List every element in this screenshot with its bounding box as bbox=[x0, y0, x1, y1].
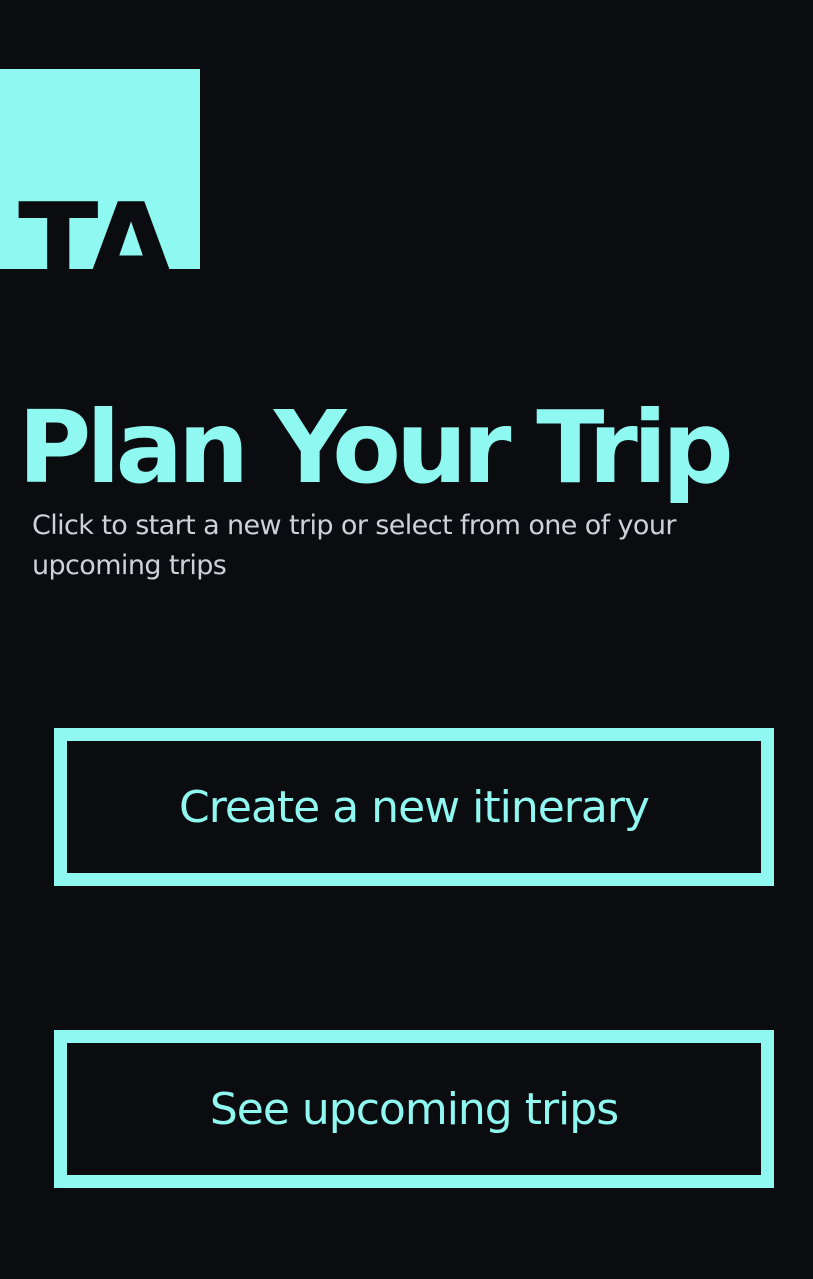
create-itinerary-label: Create a new itinerary bbox=[179, 781, 650, 833]
see-upcoming-trips-label: See upcoming trips bbox=[209, 1083, 619, 1135]
page-title: Plan Your Trip bbox=[18, 389, 734, 506]
logo-text: TA bbox=[18, 177, 177, 269]
create-itinerary-button[interactable]: Create a new itinerary bbox=[54, 728, 774, 886]
app-logo: TA bbox=[0, 69, 200, 269]
see-upcoming-trips-button[interactable]: See upcoming trips bbox=[54, 1030, 774, 1188]
page-subtitle: Click to start a new trip or select from… bbox=[32, 510, 676, 581]
